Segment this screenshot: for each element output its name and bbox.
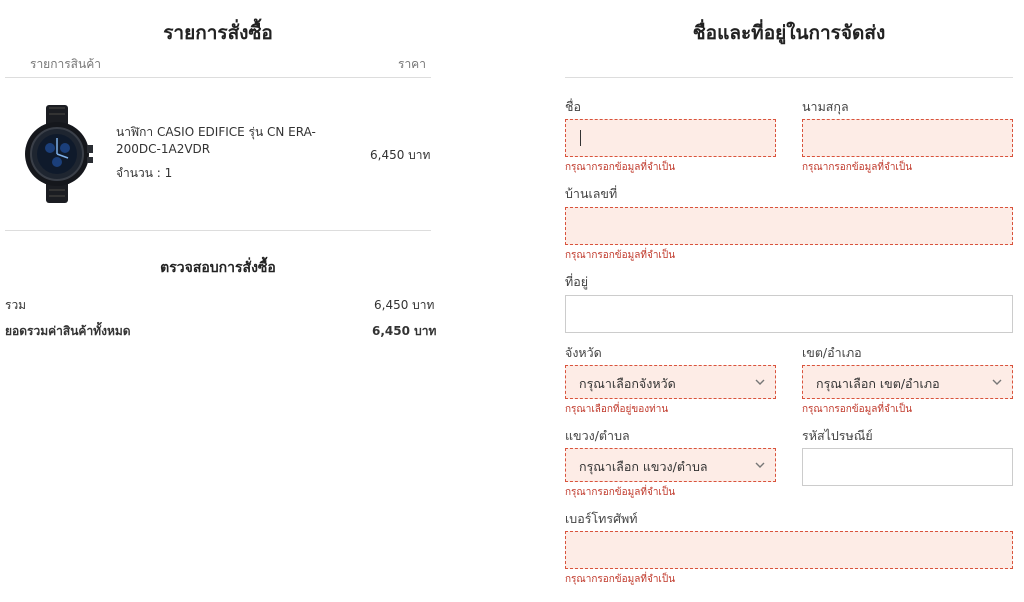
phone-error: กรุณากรอกข้อมูลที่จำเป็น: [565, 574, 676, 585]
summary-title: ตรวจสอบการสั่งซื้อ: [160, 260, 276, 276]
address-label: ที่อยู่: [565, 274, 589, 289]
column-price: ราคา: [398, 57, 426, 71]
divider: [565, 77, 1013, 78]
chevron-down-icon: [755, 462, 765, 468]
district-select[interactable]: กรุณาเลือก เขต/อำเภอ: [802, 365, 1013, 399]
subtotal-value: 6,450 บาท: [374, 298, 435, 312]
chevron-down-icon: [992, 379, 1002, 385]
province-error: กรุณาเลือกที่อยู่ของท่าน: [565, 404, 669, 415]
address-input[interactable]: [565, 295, 1013, 333]
total-label: ยอดรวมค่าสินค้าทั้งหมด: [5, 324, 131, 338]
last-name-label: นามสกุล: [802, 99, 849, 114]
column-product: รายการสินค้า: [30, 57, 101, 71]
total-value: 6,450 บาท: [372, 324, 437, 338]
district-select-value: กรุณาเลือก เขต/อำเภอ: [816, 376, 940, 391]
postcode-label: รหัสไปรษณีย์: [802, 428, 873, 443]
product-image[interactable]: [20, 105, 96, 203]
district-error: กรุณากรอกข้อมูลที่จำเป็น: [802, 404, 913, 415]
product-price: 6,450 บาท: [370, 148, 431, 162]
first-name-error: กรุณากรอกข้อมูลที่จำเป็น: [565, 162, 676, 173]
house-number-label: บ้านเลขที่: [565, 186, 618, 201]
province-select[interactable]: กรุณาเลือกจังหวัด: [565, 365, 776, 399]
shipping-title: ชื่อและที่อยู่ในการจัดส่ง: [692, 22, 886, 44]
house-number-error: กรุณากรอกข้อมูลที่จำเป็น: [565, 250, 676, 261]
divider: [5, 77, 431, 78]
subdistrict-select[interactable]: กรุณาเลือก แขวง/ตำบล: [565, 448, 776, 482]
province-label: จังหวัด: [565, 345, 602, 360]
product-quantity: จำนวน : 1: [116, 166, 173, 180]
house-number-input[interactable]: [565, 207, 1013, 245]
postcode-input[interactable]: [802, 448, 1013, 486]
phone-label: เบอร์โทรศัพท์: [565, 511, 638, 526]
divider: [5, 230, 431, 231]
product-name-line2: 200DC-1A2VDR: [116, 142, 211, 156]
province-select-value: กรุณาเลือกจังหวัด: [579, 376, 676, 391]
subdistrict-error: กรุณากรอกข้อมูลที่จำเป็น: [565, 487, 676, 498]
product-name-line1: นาฬิกา CASIO EDIFICE รุ่น CN ERA-: [116, 125, 316, 139]
text-cursor: [580, 130, 581, 146]
last-name-error: กรุณากรอกข้อมูลที่จำเป็น: [802, 162, 913, 173]
order-title: รายการสั่งซื้อ: [163, 22, 273, 44]
first-name-input[interactable]: [565, 119, 776, 157]
first-name-label: ชื่อ: [565, 99, 581, 114]
subtotal-label: รวม: [5, 298, 27, 312]
last-name-input[interactable]: [802, 119, 1013, 157]
subdistrict-label: แขวง/ตำบล: [565, 428, 630, 443]
subdistrict-select-value: กรุณาเลือก แขวง/ตำบล: [579, 459, 708, 474]
district-label: เขต/อำเภอ: [802, 345, 862, 360]
chevron-down-icon: [755, 379, 765, 385]
phone-input[interactable]: [565, 531, 1013, 569]
